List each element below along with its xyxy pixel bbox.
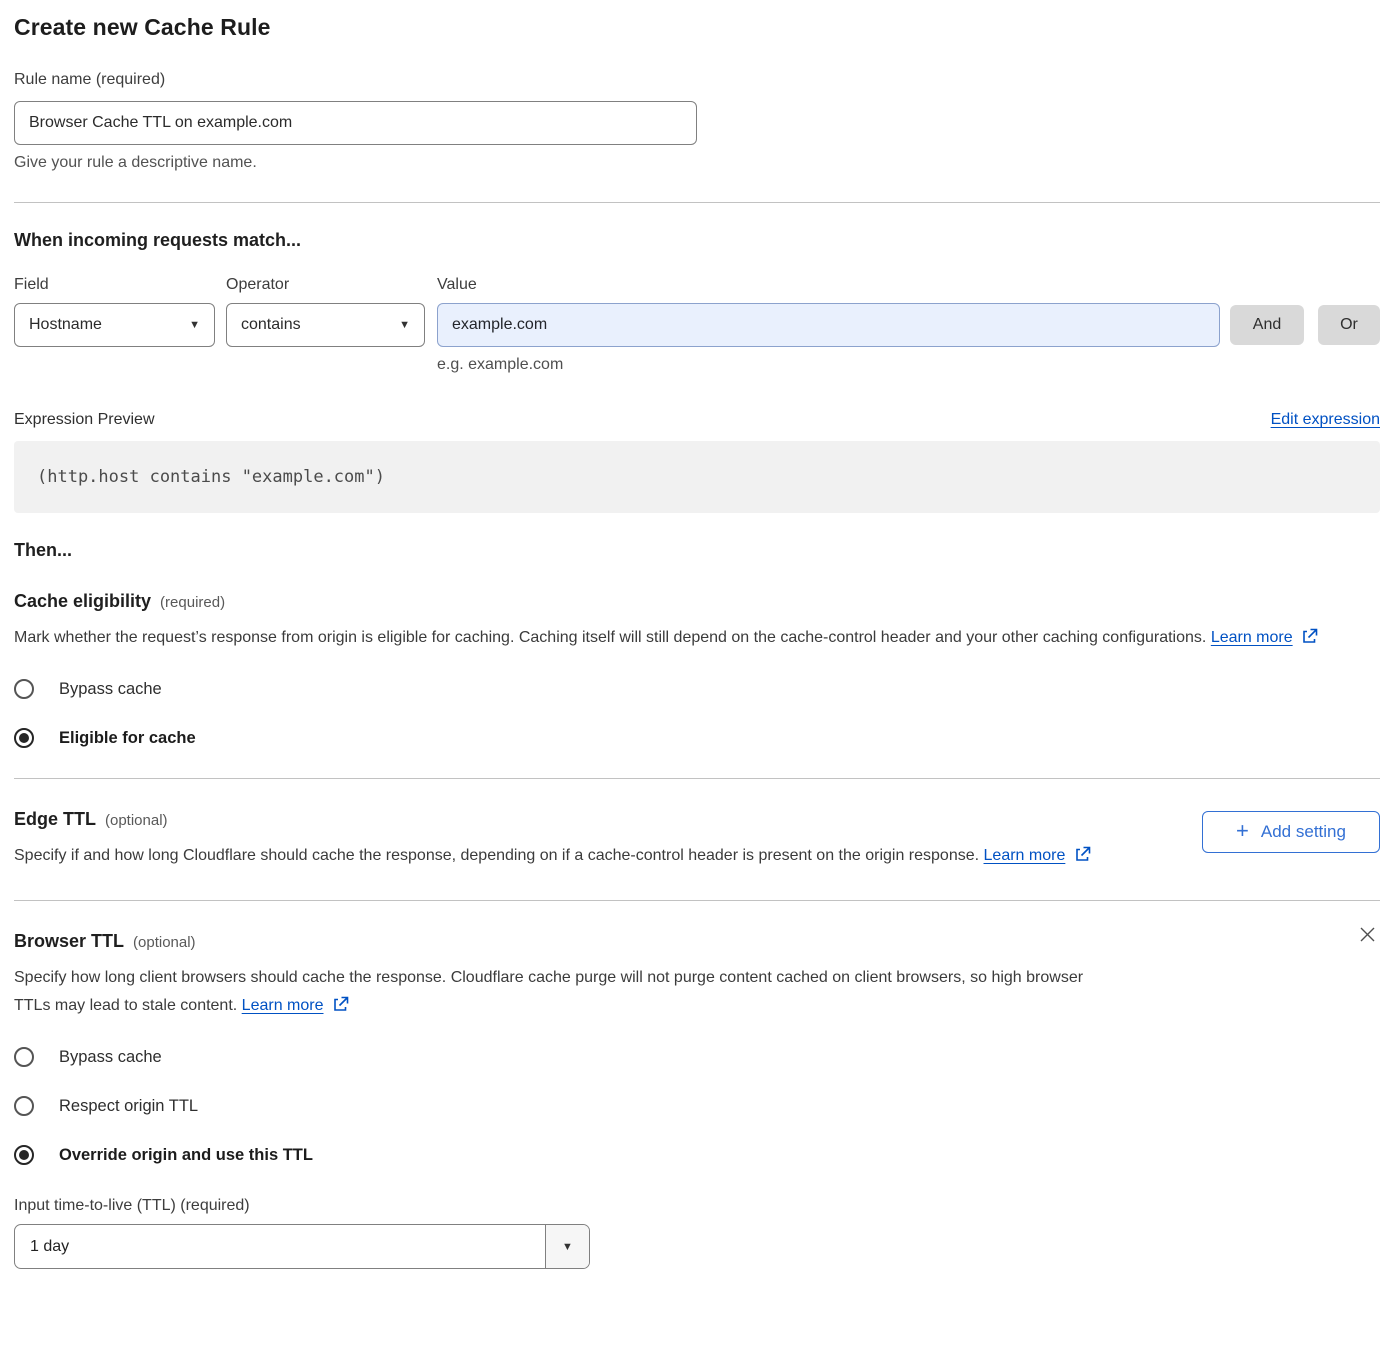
cache-eligibility-options: Bypass cache Eligible for cache — [14, 679, 1380, 748]
browser-ttl-description: Specify how long client browsers should … — [14, 964, 1109, 1020]
chevron-down-icon: ▼ — [399, 319, 410, 331]
external-link-icon — [333, 996, 349, 1012]
cache-eligibility-flag: (required) — [160, 594, 225, 611]
cache-eligibility-title: Cache eligibility — [14, 591, 151, 612]
browser-ttl-flag: (optional) — [133, 934, 196, 951]
browser-ttl-title: Browser TTL — [14, 931, 124, 952]
expression-code-box: (http.host contains "example.com") — [14, 441, 1380, 513]
plus-icon: + — [1236, 820, 1249, 842]
learn-more-link[interactable]: Learn more — [242, 997, 324, 1014]
edit-expression-link[interactable]: Edit expression — [1271, 411, 1380, 429]
then-heading: Then... — [14, 540, 1380, 561]
match-controls-row: Hostname ▼ contains ▼ And Or — [14, 303, 1380, 347]
rule-name-input[interactable] — [14, 101, 697, 145]
create-cache-rule-form: Create new Cache Rule Rule name (require… — [0, 0, 1400, 1269]
radio-button-icon — [14, 1047, 34, 1067]
add-setting-button[interactable]: + Add setting — [1202, 811, 1380, 853]
ttl-select[interactable]: 1 day ▼ — [14, 1224, 590, 1269]
field-select[interactable]: Hostname ▼ — [14, 303, 215, 347]
match-heading: When incoming requests match... — [14, 230, 1380, 251]
chevron-down-icon: ▼ — [189, 319, 200, 331]
value-label: Value — [437, 276, 477, 294]
edge-ttl-head: Edge TTL (optional) — [14, 809, 1091, 830]
field-label: Field — [14, 276, 226, 294]
edge-ttl-title: Edge TTL — [14, 809, 96, 830]
value-input[interactable] — [437, 303, 1220, 347]
edge-ttl-description: Specify if and how long Cloudflare shoul… — [14, 842, 1091, 870]
external-link-icon — [1075, 846, 1091, 862]
browser-ttl-head: Browser TTL (optional) — [14, 931, 1109, 952]
value-helper: e.g. example.com — [437, 356, 1380, 374]
and-button[interactable]: And — [1230, 305, 1304, 345]
operator-label: Operator — [226, 276, 437, 294]
operator-select[interactable]: contains ▼ — [226, 303, 425, 347]
browser-ttl-section-head: Browser TTL (optional) Specify how long … — [14, 901, 1380, 1020]
chevron-down-icon: ▼ — [545, 1225, 589, 1268]
rule-name-label: Rule name (required) — [14, 71, 1380, 89]
close-icon — [1357, 924, 1378, 945]
page-title: Create new Cache Rule — [14, 14, 1380, 41]
or-button[interactable]: Or — [1318, 305, 1380, 345]
radio-respect-origin-ttl[interactable]: Respect origin TTL — [14, 1096, 1380, 1116]
radio-button-icon — [14, 1096, 34, 1116]
ttl-input-label: Input time-to-live (TTL) (required) — [14, 1197, 1380, 1215]
radio-eligible-for-cache[interactable]: Eligible for cache — [14, 728, 1380, 748]
expression-code: (http.host contains "example.com") — [37, 467, 385, 487]
browser-ttl-options: Bypass cache Respect origin TTL Override… — [14, 1047, 1380, 1165]
rule-name-helper: Give your rule a descriptive name. — [14, 154, 1380, 172]
radio-button-icon — [14, 1145, 34, 1165]
radio-bypass-cache-browser[interactable]: Bypass cache — [14, 1047, 1380, 1067]
field-select-value: Hostname — [29, 316, 102, 334]
external-link-icon — [1302, 628, 1318, 644]
radio-bypass-cache[interactable]: Bypass cache — [14, 679, 1380, 699]
learn-more-link[interactable]: Learn more — [1211, 629, 1293, 646]
ttl-select-value: 1 day — [15, 1225, 545, 1268]
remove-browser-ttl-button[interactable] — [1355, 922, 1380, 950]
expression-preview-row: Expression Preview Edit expression — [14, 411, 1380, 429]
radio-button-icon — [14, 679, 34, 699]
cache-eligibility-description: Mark whether the request’s response from… — [14, 624, 1364, 652]
divider — [14, 202, 1380, 203]
radio-override-origin-ttl[interactable]: Override origin and use this TTL — [14, 1145, 1380, 1165]
expression-preview-label: Expression Preview — [14, 411, 155, 429]
edge-ttl-section: Edge TTL (optional) Specify if and how l… — [14, 779, 1380, 870]
radio-button-icon — [14, 728, 34, 748]
match-column-labels: Field Operator Value — [14, 276, 1380, 294]
operator-select-value: contains — [241, 316, 301, 334]
edge-ttl-flag: (optional) — [105, 812, 168, 829]
cache-eligibility-head: Cache eligibility (required) — [14, 591, 1380, 612]
learn-more-link[interactable]: Learn more — [984, 847, 1066, 864]
